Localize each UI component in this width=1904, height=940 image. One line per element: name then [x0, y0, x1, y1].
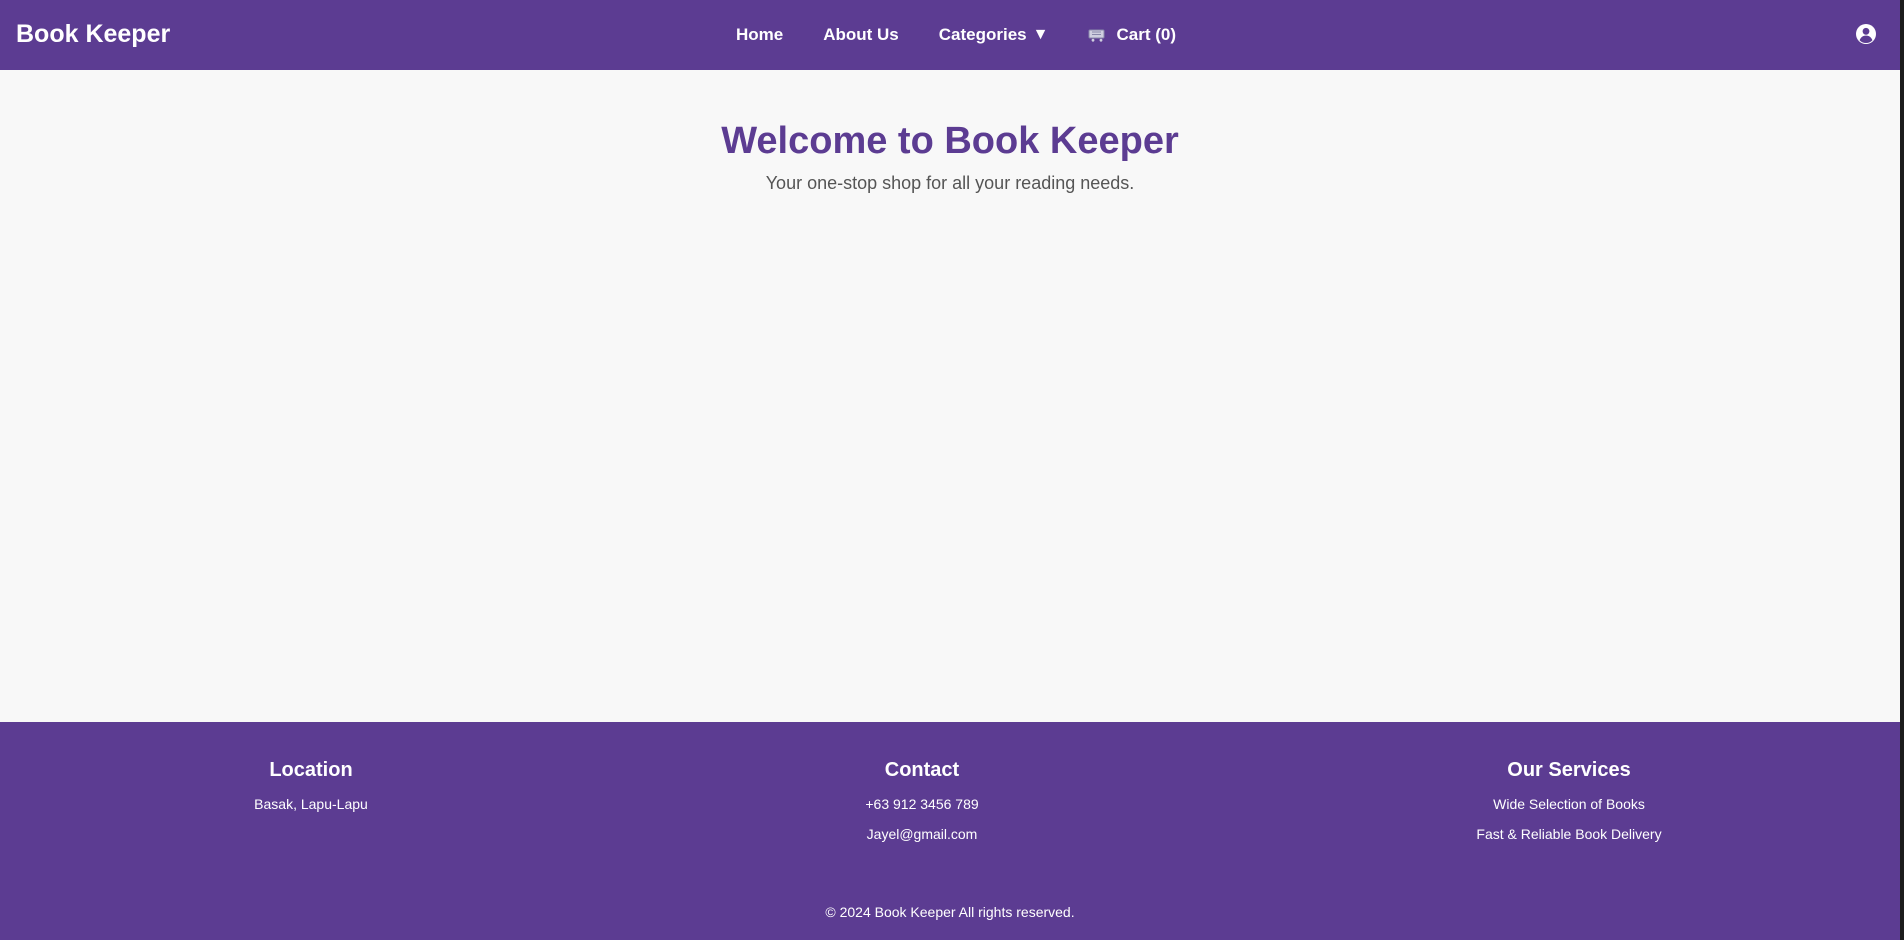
user-circle-icon[interactable] [1855, 23, 1877, 45]
cart-icon [1088, 28, 1106, 42]
footer-location-address: Basak, Lapu-Lapu [254, 796, 368, 812]
site-footer: Location Basak, Lapu-Lapu Contact +63 91… [0, 722, 1900, 940]
nav-cart-label: Cart (0) [1116, 25, 1176, 44]
footer-service-item: Wide Selection of Books [1493, 796, 1645, 812]
footer-service-item: Fast & Reliable Book Delivery [1476, 826, 1662, 842]
nav-categories-label: Categories [938, 25, 1027, 44]
nav-cart-link[interactable]: Cart (0) [1068, 25, 1196, 45]
nav-links-container: Home About Us Categories ▼ Cart (0) [0, 0, 1900, 70]
hero-subtitle: Your one-stop shop for all your reading … [765, 173, 1135, 193]
footer-copyright: © 2024 Book Keeper All rights reserved. [825, 904, 1075, 920]
footer-services-column: Our Services Wide Selection of Books Fas… [1369, 759, 1769, 856]
footer-location-column: Location Basak, Lapu-Lapu [111, 759, 511, 826]
footer-contact-heading: Contact [884, 759, 960, 781]
window-edge [1900, 0, 1904, 940]
main-nav: Home About Us Categories ▼ Cart (0) [716, 25, 1196, 45]
caret-down-icon: ▼ [1032, 26, 1049, 43]
footer-contact-email: Jayel@gmail.com [866, 826, 978, 842]
top-navbar: Book Keeper Home About Us Categories ▼ C… [0, 0, 1900, 70]
hero-title: Welcome to Book Keeper [721, 120, 1179, 162]
nav-categories-dropdown[interactable]: Categories ▼ [919, 25, 1069, 45]
footer-columns: Location Basak, Lapu-Lapu Contact +63 91… [0, 722, 1900, 872]
footer-contact-column: Contact +63 912 3456 789 Jayel@gmail.com [722, 759, 1122, 856]
nav-home-link[interactable]: Home [716, 25, 803, 45]
page: Book Keeper Home About Us Categories ▼ C… [0, 0, 1904, 940]
hero-section: Welcome to Book Keeper Your one-stop sho… [0, 70, 1900, 194]
brand-logo-link[interactable]: Book Keeper [16, 20, 170, 49]
nav-about-link[interactable]: About Us [803, 25, 919, 45]
footer-services-heading: Our Services [1507, 759, 1631, 781]
footer-contact-phone: +63 912 3456 789 [865, 796, 979, 812]
footer-location-heading: Location [269, 759, 353, 781]
